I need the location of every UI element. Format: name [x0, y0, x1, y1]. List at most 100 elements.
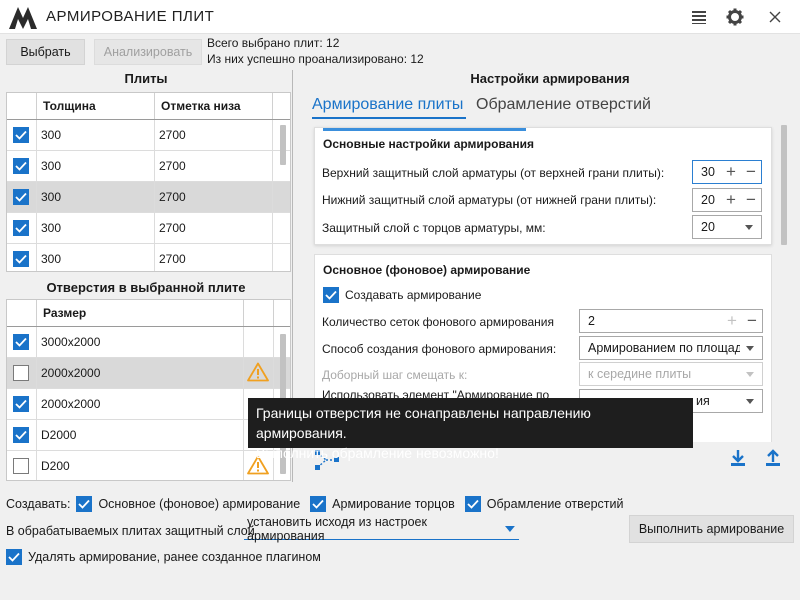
row-check-cell	[7, 389, 37, 419]
select-button[interactable]: Выбрать	[6, 39, 85, 65]
header-thickness[interactable]: Толщина	[37, 93, 155, 119]
ends-option-checkbox[interactable]	[310, 496, 327, 512]
openings-option-label[interactable]: Обрамление отверстий	[487, 497, 624, 511]
row-checkbox[interactable]	[13, 396, 29, 412]
header-warning-column	[244, 300, 274, 326]
row-checkbox[interactable]	[13, 189, 29, 205]
end-cover-select[interactable]: 20	[692, 215, 762, 239]
top-cover-value[interactable]: 30	[693, 165, 715, 179]
table-row[interactable]: 300 2700	[7, 213, 290, 244]
increment-icon[interactable]: +	[721, 190, 741, 210]
chevron-down-icon	[746, 371, 754, 377]
header-size[interactable]: Размер	[37, 300, 244, 326]
top-cover-label: Верхний защитный слой арматуры (от верхн…	[322, 166, 665, 180]
step-shift-select[interactable]: к середине плиты	[579, 362, 763, 386]
delete-previous-option[interactable]: Удалять армирование, ранее созданное пла…	[6, 549, 321, 565]
thickness-cell: 300	[37, 244, 155, 271]
table-row[interactable]: 300 2700	[7, 151, 290, 182]
table-row[interactable]: 300 2700	[7, 120, 290, 151]
size-cell: D200	[37, 451, 244, 480]
settings-scrollbar-thumb[interactable]	[781, 125, 787, 245]
chevron-down-icon	[745, 224, 753, 230]
background-option-label[interactable]: Основное (фоновое) армирование	[98, 497, 300, 511]
row-checkbox[interactable]	[13, 427, 29, 443]
tooltip-line-1: Границы отверстия не сонаправлены направ…	[256, 405, 591, 441]
table-row[interactable]: D200	[7, 451, 290, 480]
tab-opening-framing[interactable]: Обрамление отверстий	[476, 96, 651, 114]
end-cover-label: Защитный слой с торцов арматуры, мм:	[322, 221, 546, 235]
decrement-icon[interactable]: −	[741, 162, 761, 182]
row-checkbox[interactable]	[13, 365, 29, 381]
create-reinforcement-option[interactable]: Создавать армирование	[323, 287, 481, 303]
top-cover-stepper[interactable]: 30 + −	[692, 160, 762, 184]
level-cell: 2700	[155, 120, 273, 150]
row-check-cell	[7, 151, 37, 181]
row-checkbox[interactable]	[13, 334, 29, 350]
row-checkbox[interactable]	[13, 220, 29, 236]
tooltip-line-2: Выполнить обрамление невозможно!	[256, 445, 499, 461]
increment-icon[interactable]: +	[722, 311, 742, 331]
table-row[interactable]: 300 2700	[7, 244, 290, 271]
download-icon[interactable]	[729, 449, 747, 470]
level-cell: 2700	[155, 244, 273, 271]
row-check-cell	[7, 182, 37, 212]
total-selected-text: Всего выбрано плит: 12	[207, 36, 340, 50]
bottom-cover-value[interactable]: 20	[693, 193, 715, 207]
openings-table-header: Размер	[7, 300, 290, 327]
method-label: Способ создания фонового армирования:	[322, 342, 557, 356]
slabs-table-header: Толщина Отметка низа	[7, 93, 290, 120]
decrement-icon[interactable]: −	[742, 311, 762, 331]
method-value[interactable]: Армированием по площади	[580, 341, 740, 355]
level-cell: 2700	[155, 213, 273, 243]
basic-settings-title: Основные настройки армирования	[323, 137, 534, 151]
tab-slab-reinforcement[interactable]: Армирование плиты	[312, 96, 463, 114]
row-check-cell	[7, 327, 37, 357]
method-select[interactable]: Армированием по площади	[579, 336, 763, 360]
run-reinforcement-button[interactable]: Выполнить армирование	[629, 515, 794, 543]
bottom-cover-stepper[interactable]: 20 + −	[692, 188, 762, 212]
level-cell: 2700	[155, 182, 273, 212]
ends-option-label[interactable]: Армирование торцов	[332, 497, 455, 511]
row-check-cell	[7, 420, 37, 450]
upload-icon[interactable]	[764, 449, 782, 470]
warning-cell	[244, 327, 274, 357]
table-row[interactable]: 3000x2000	[7, 327, 290, 358]
mesh-count-stepper[interactable]: 2 + −	[579, 309, 763, 333]
background-option-checkbox[interactable]	[76, 496, 93, 512]
slabs-rows: 300 2700 300 2700 300 2700 300 2700 300 2700	[7, 120, 290, 271]
delete-previous-checkbox[interactable]	[6, 549, 22, 565]
bottom-cover-label: Нижний защитный слой арматуры (от нижней…	[322, 193, 657, 207]
header-level[interactable]: Отметка низа	[155, 93, 273, 119]
decrement-icon[interactable]: −	[741, 190, 761, 210]
end-cover-value[interactable]: 20	[693, 220, 715, 234]
cover-mode-select[interactable]: установить исходя из настроек армировани…	[244, 515, 519, 543]
mesh-count-value[interactable]: 2	[580, 314, 595, 328]
openings-table: Размер 3000x2000 2000x2000 2000x2000 D2000 D…	[6, 299, 291, 481]
size-cell: 3000x2000	[37, 327, 244, 357]
chevron-down-icon	[746, 345, 754, 351]
background-settings-title: Основное (фоновое) армирование	[323, 263, 531, 277]
row-check-cell	[7, 120, 37, 150]
table-row[interactable]: 300 2700	[7, 182, 290, 213]
row-checkbox[interactable]	[13, 458, 29, 474]
row-checkbox[interactable]	[13, 127, 29, 143]
list-view-icon[interactable]	[688, 6, 710, 28]
create-reinforcement-checkbox[interactable]	[323, 287, 339, 303]
cover-mode-value[interactable]: установить исходя из настроек армировани…	[244, 515, 505, 543]
slabs-scrollbar-thumb[interactable]	[280, 125, 286, 165]
row-checkbox[interactable]	[13, 158, 29, 174]
step-shift-value[interactable]: к середине плиты	[580, 367, 691, 381]
table-row[interactable]: 2000x2000	[7, 358, 290, 389]
increment-icon[interactable]: +	[721, 162, 741, 182]
mesh-count-label: Количество сеток фонового армирования	[322, 315, 554, 329]
analyze-button[interactable]: Анализировать	[94, 39, 202, 65]
window-title: АРМИРОВАНИЕ ПЛИТ	[46, 8, 215, 25]
settings-gear-icon[interactable]	[724, 6, 746, 28]
warning-icon[interactable]	[247, 362, 269, 385]
row-checkbox[interactable]	[13, 251, 29, 267]
close-icon[interactable]	[764, 6, 786, 28]
chevron-down-icon	[746, 398, 754, 404]
openings-option-checkbox[interactable]	[464, 496, 481, 512]
row-check-cell	[7, 358, 37, 388]
create-reinforcement-label: Создавать армирование	[345, 288, 482, 302]
